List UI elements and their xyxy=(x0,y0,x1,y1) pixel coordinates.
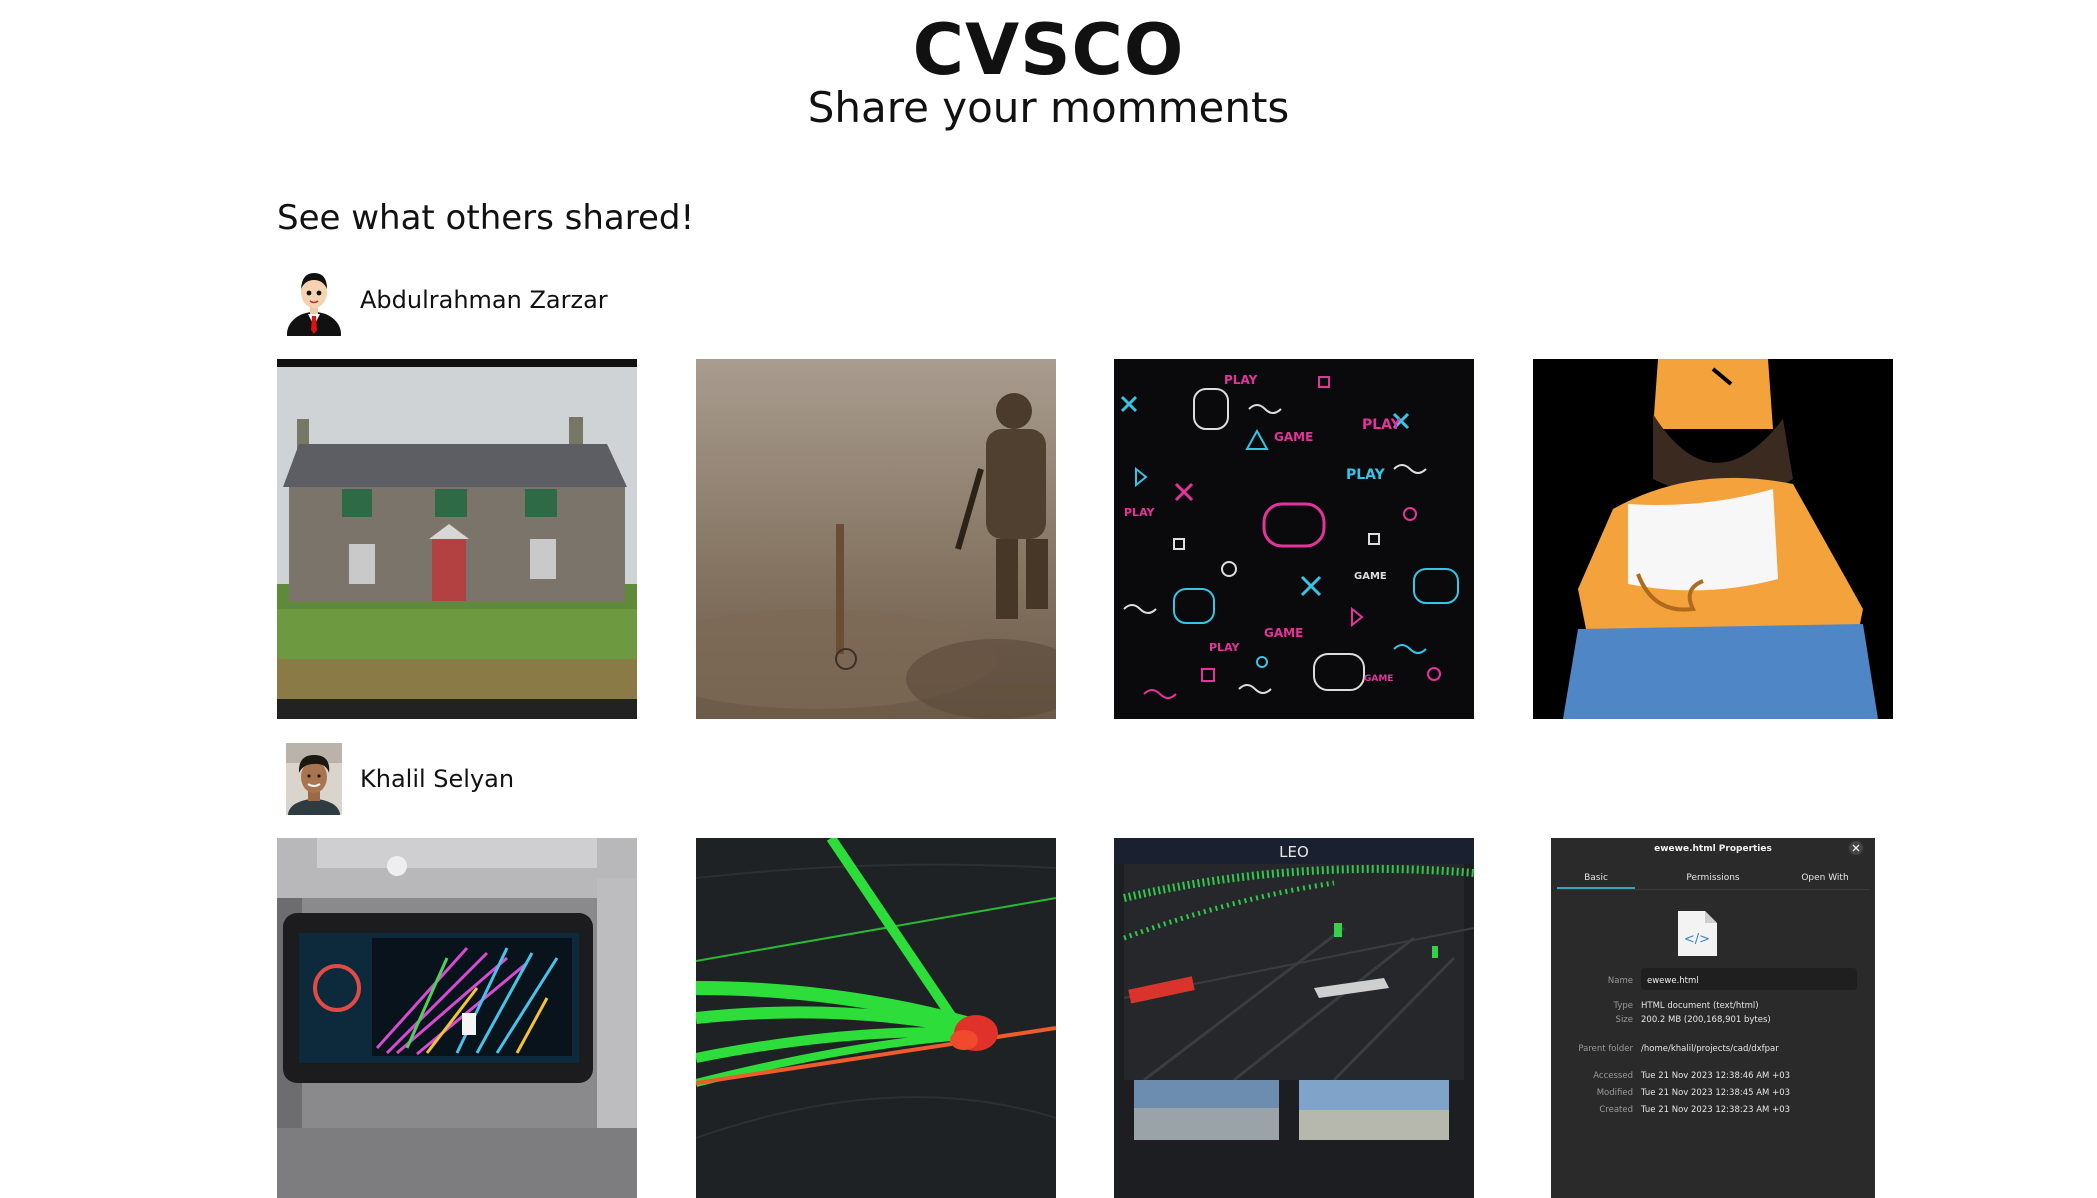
pattern-label: PLAY xyxy=(1224,373,1258,387)
game-pattern-photo[interactable]: PLAY GAME PLAY PLAY PLAY GAME GAME PLAY … xyxy=(1114,359,1474,719)
pattern-label: PLAY xyxy=(1362,417,1402,433)
pattern-label: GAME xyxy=(1354,571,1387,582)
dialog-row-value: /home/khalil/projects/cad/dxfpar xyxy=(1641,1044,1779,1054)
toy-soldier-photo[interactable] xyxy=(696,359,1056,719)
dialog-row-value: Tue 21 Nov 2023 12:38:45 AM +03 xyxy=(1640,1088,1790,1098)
svg-text:</>: </> xyxy=(1684,932,1710,947)
dialog-row-label: Type xyxy=(1612,1001,1633,1011)
dialog-row-value: ewewe.html xyxy=(1647,976,1699,986)
cartoon-character-photo[interactable] xyxy=(1533,359,1893,719)
file-properties-photo[interactable]: ewewe.html Properties Basic Permissions … xyxy=(1533,838,1893,1198)
leo-brand-label: LEO xyxy=(1279,843,1309,861)
dialog-row-label: Modified xyxy=(1597,1088,1633,1098)
stone-cottage-photo[interactable] xyxy=(277,359,637,719)
pattern-label: PLAY xyxy=(1346,467,1386,483)
pattern-label: GAME xyxy=(1264,626,1303,640)
dialog-tab: Open With xyxy=(1801,873,1848,883)
pattern-label: GAME xyxy=(1274,430,1313,444)
site-subtitle: Share your momments xyxy=(807,83,1290,132)
bus-screen-photo[interactable] xyxy=(277,838,637,1198)
dialog-row-value: 200.2 MB (200,168,901 bytes) xyxy=(1641,1015,1771,1025)
profile-photo-avatar xyxy=(286,743,342,815)
pattern-label: PLAY xyxy=(1124,506,1156,519)
user-header[interactable]: Khalil Selyan xyxy=(277,737,514,821)
user-name[interactable]: Abdulrahman Zarzar xyxy=(360,286,608,314)
dialog-row-value: HTML document (text/html) xyxy=(1641,1001,1759,1011)
feed-heading: See what others shared! xyxy=(277,198,695,238)
dialog-row-label: Accessed xyxy=(1593,1071,1633,1081)
pattern-label: GAME xyxy=(1364,674,1393,684)
user-name[interactable]: Khalil Selyan xyxy=(360,765,514,793)
pattern-label: PLAY xyxy=(1209,641,1241,654)
dialog-row-value: Tue 21 Nov 2023 12:38:46 AM +03 xyxy=(1640,1071,1790,1081)
lidar-trajectory-photo[interactable] xyxy=(696,838,1056,1198)
dialog-row-label: Size xyxy=(1616,1015,1633,1025)
cartoon-businessman-avatar xyxy=(286,264,342,336)
point-cloud-photo[interactable]: LEO xyxy=(1114,838,1474,1198)
user-header[interactable]: Abdulrahman Zarzar xyxy=(277,258,608,342)
html-file-icon: </> xyxy=(1678,911,1717,956)
dialog-row-label: Created xyxy=(1599,1105,1633,1115)
dialog-row-value: Tue 21 Nov 2023 12:38:23 AM +03 xyxy=(1640,1105,1790,1115)
dialog-tab: Basic xyxy=(1584,873,1608,883)
dialog-tab: Permissions xyxy=(1686,873,1740,883)
dialog-row-label: Name xyxy=(1608,976,1633,986)
dialog-row-label: Parent folder xyxy=(1578,1044,1633,1054)
dialog-title: ewewe.html Properties xyxy=(1654,844,1772,854)
